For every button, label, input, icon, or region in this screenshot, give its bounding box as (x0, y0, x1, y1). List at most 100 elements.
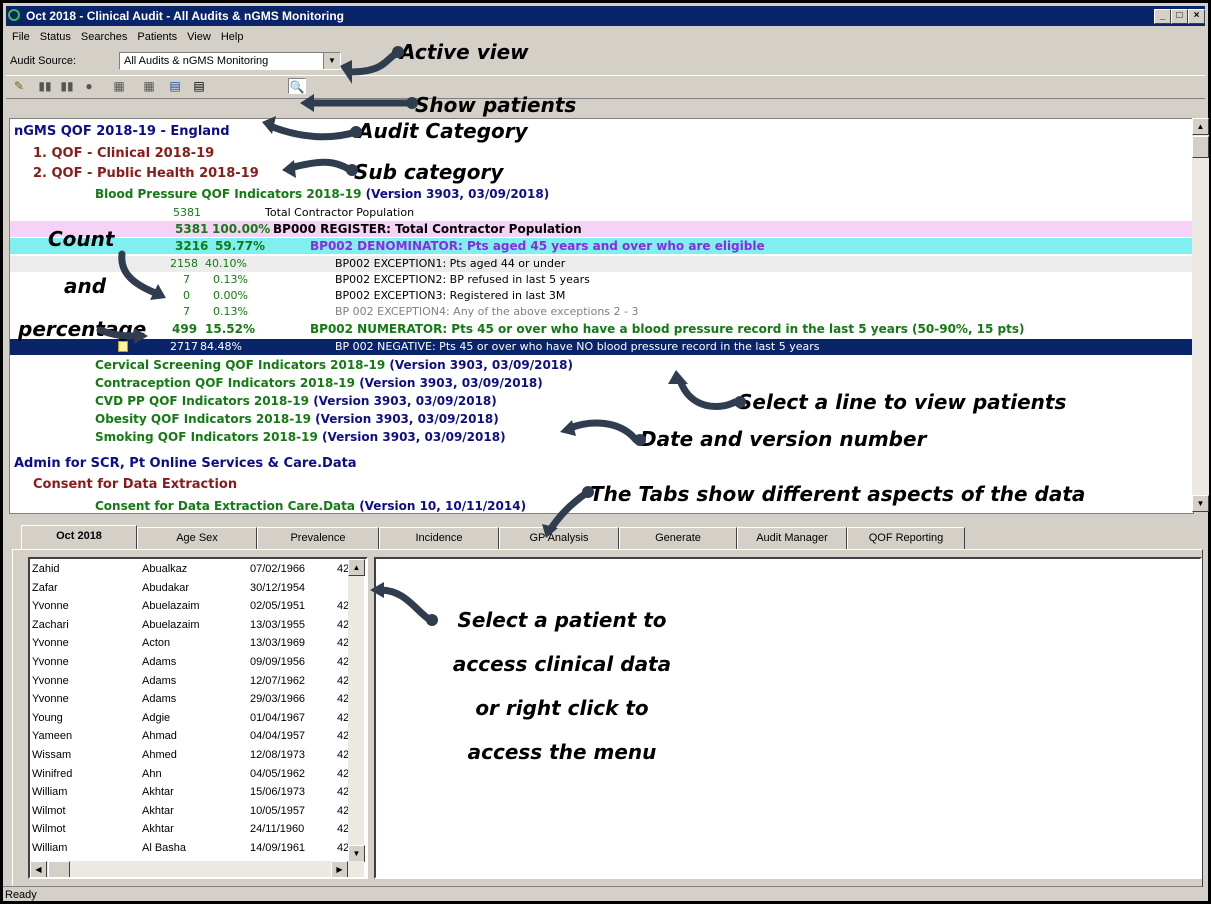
line-count: 3216 (175, 239, 209, 253)
patient-list-hscrollbar[interactable]: ◀ ▶ (30, 861, 364, 877)
tree-cervical-indicators[interactable]: Cervical Screening QOF Indicators 2018-1… (95, 357, 573, 373)
line-percentage: 0.13% (213, 273, 248, 286)
menu-status[interactable]: Status (40, 31, 71, 43)
audit-tree[interactable]: nGMS QOF 2018-19 - England 1. QOF - Clin… (9, 118, 1194, 514)
patient-row[interactable]: Wissam Ahmed 12/08/1973 42 (30, 746, 350, 764)
line-text: BP 002 NEGATIVE: Pts 45 or over who have… (335, 340, 820, 353)
menu-searches[interactable]: Searches (81, 31, 127, 43)
scroll-up-icon[interactable]: ▲ (348, 559, 365, 576)
patient-row[interactable]: Yvonne Adams 09/09/1956 42 (30, 653, 350, 671)
patient-row[interactable]: Young Adgie 01/04/1967 42 (30, 709, 350, 727)
tree-line-exception1[interactable]: 2158 40.10% BP002 EXCEPTION1: Pts aged 4… (10, 256, 1193, 272)
edit-icon[interactable]: ✎ (10, 78, 28, 94)
menu-patients[interactable]: Patients (137, 31, 177, 43)
tab-incidence[interactable]: Incidence (379, 527, 499, 550)
chart-icon[interactable]: ▤ (166, 78, 184, 94)
patient-row[interactable]: Zachari Abuelazaim 13/03/1955 42 (30, 616, 350, 634)
tab-oct-2018[interactable]: Oct 2018 (21, 525, 137, 550)
patient-row[interactable]: William Al Basha 14/09/1961 42 (30, 839, 350, 857)
tree-scrollbar[interactable]: ▲ ▼ (1192, 118, 1209, 512)
tree-admin-category[interactable]: Admin for SCR, Pt Online Services & Care… (14, 456, 357, 472)
patient-surname: Abualkaz (142, 563, 188, 575)
line-percentage: 100.00% (212, 222, 271, 236)
circle-icon[interactable]: ● (80, 78, 98, 94)
tab-audit-manager[interactable]: Audit Manager (737, 527, 847, 550)
menu-view[interactable]: View (187, 31, 211, 43)
tree-sub-category-1[interactable]: 1. QOF - Clinical 2018-19 (33, 146, 214, 162)
tree-line-exception3[interactable]: 0 0.00% BP002 EXCEPTION3: Registered in … (10, 288, 1193, 304)
tab-generate[interactable]: Generate (619, 527, 737, 550)
scroll-down-icon[interactable]: ▼ (348, 845, 365, 862)
patient-row[interactable]: Yvonne Adams 12/07/1962 42 (30, 672, 350, 690)
patient-row[interactable]: Wilmot Akhtar 10/05/1957 42 (30, 802, 350, 820)
indicator-name: Smoking QOF Indicators 2018-19 (95, 430, 318, 444)
line-text: BP002 EXCEPTION2: BP refused in last 5 y… (335, 273, 590, 286)
tree-audit-category[interactable]: nGMS QOF 2018-19 - England (14, 124, 230, 140)
tree-line-negative-selected[interactable]: 2717 84.48% BP 002 NEGATIVE: Pts 45 or o… (10, 339, 1193, 355)
tree-smoking-indicators[interactable]: Smoking QOF Indicators 2018-19 (Version … (95, 429, 506, 445)
maximize-button[interactable]: □ (1171, 9, 1188, 24)
scroll-right-icon[interactable]: ▶ (331, 861, 348, 877)
tab-age-sex[interactable]: Age Sex (137, 527, 257, 550)
grid-icon[interactable]: ▦ (140, 78, 158, 94)
annotation-count: Count (48, 227, 115, 251)
list-icon[interactable]: ▤ (190, 78, 208, 94)
patient-row[interactable]: Yvonne Abuelazaim 02/05/1951 42 (30, 597, 350, 615)
dropdown-arrow-icon[interactable]: ▼ (323, 53, 340, 69)
tree-line-numerator[interactable]: 499 15.52% BP002 NUMERATOR: Pts 45 or ov… (10, 321, 1193, 337)
indicator-version: (Version 10, 10/11/2014) (359, 499, 527, 513)
scroll-up-icon[interactable]: ▲ (1192, 118, 1209, 135)
annotation-select-patient-4: access the menu (467, 740, 657, 764)
tab-prevalence[interactable]: Prevalence (257, 527, 379, 550)
tree-obesity-indicators[interactable]: Obesity QOF Indicators 2018-19 (Version … (95, 411, 499, 427)
patient-row[interactable]: Zafar Abudakar 30/12/1954 (30, 579, 350, 597)
show-patients-magnifier-icon[interactable]: 🔍 (288, 78, 306, 94)
line-text: BP 002 EXCEPTION4: Any of the above exce… (335, 305, 639, 318)
scroll-thumb[interactable] (1192, 136, 1209, 158)
app-icon (8, 9, 20, 21)
annotation-select-patient-3: or right click to (475, 696, 649, 720)
tree-consent-item[interactable]: Consent for Data Extraction Care.Data (V… (95, 498, 527, 513)
scroll-thumb[interactable] (48, 861, 70, 877)
patient-row[interactable]: Yvonne Adams 29/03/1966 42 (30, 690, 350, 708)
patient-list-scrollbar[interactable]: ▲ ▼ (348, 559, 365, 862)
tree-line-population[interactable]: 5381 Total Contractor Population (10, 205, 1193, 221)
annotation-and: and (64, 274, 107, 298)
menu-file[interactable]: File (12, 31, 30, 43)
grid-icon[interactable]: ▦ (110, 78, 128, 94)
patient-dob: 09/09/1956 (250, 656, 306, 668)
tree-line-denominator[interactable]: 3216 59.77% BP002 DENOMINATOR: Pts aged … (10, 238, 1193, 254)
bars-icon[interactable]: ▮▮ (36, 78, 54, 94)
patient-row[interactable]: Wilmot Akhtar 24/11/1960 42 (30, 820, 350, 838)
line-count: 499 (172, 322, 198, 336)
tab-gp-analysis[interactable]: GP Analysis (499, 527, 619, 550)
tree-sub-category-2[interactable]: 2. QOF - Public Health 2018-19 (33, 166, 259, 182)
patient-surname: Abuelazaim (142, 600, 200, 613)
tree-consent-category[interactable]: Consent for Data Extraction (33, 477, 237, 493)
menu-help[interactable]: Help (221, 31, 244, 43)
line-count: 5381 (173, 206, 201, 219)
patient-forename: Winifred (32, 767, 73, 780)
scroll-left-icon[interactable]: ◀ (30, 861, 47, 877)
tab-qof-reporting[interactable]: QOF Reporting (847, 527, 965, 550)
line-count: 7 (183, 273, 190, 286)
minimize-button[interactable]: _ (1154, 9, 1171, 24)
patient-row[interactable]: William Akhtar 15/06/1973 42 (30, 783, 350, 801)
tree-cvd-indicators[interactable]: CVD PP QOF Indicators 2018-19 (Version 3… (95, 393, 497, 409)
audit-source-select[interactable]: All Audits & nGMS Monitoring ▼ (119, 52, 341, 70)
patient-row[interactable]: Yameen Ahmad 04/04/1957 42 (30, 727, 350, 745)
tree-line-exception4[interactable]: 7 0.13% BP 002 EXCEPTION4: Any of the ab… (10, 304, 1193, 320)
patient-dob: 02/05/1951 (250, 600, 306, 613)
line-text: BP002 EXCEPTION1: Pts aged 44 or under (335, 257, 566, 270)
patient-row[interactable]: Winifred Ahn 04/05/1962 42 (30, 765, 350, 783)
scroll-down-icon[interactable]: ▼ (1192, 495, 1209, 512)
tree-line-register[interactable]: 5381 100.00% BP000 REGISTER: Total Contr… (10, 221, 1193, 237)
tree-bp-indicators[interactable]: Blood Pressure QOF Indicators 2018-19 (V… (95, 186, 549, 202)
patient-list[interactable]: Zahid Abualkaz 07/02/1966 42 Zafar Abudakar 30… (28, 557, 368, 879)
patient-row[interactable]: Yvonne Acton 13/03/1969 42 (30, 634, 350, 652)
tree-contraception-indicators[interactable]: Contraception QOF Indicators 2018-19 (Ve… (95, 375, 543, 391)
bars-icon[interactable]: ▮▮ (58, 78, 76, 94)
patient-row[interactable]: Zahid Abualkaz 07/02/1966 42 (30, 560, 350, 578)
close-button[interactable]: × (1188, 9, 1205, 24)
tree-line-exception2[interactable]: 7 0.13% BP002 EXCEPTION2: BP refused in … (10, 272, 1193, 288)
